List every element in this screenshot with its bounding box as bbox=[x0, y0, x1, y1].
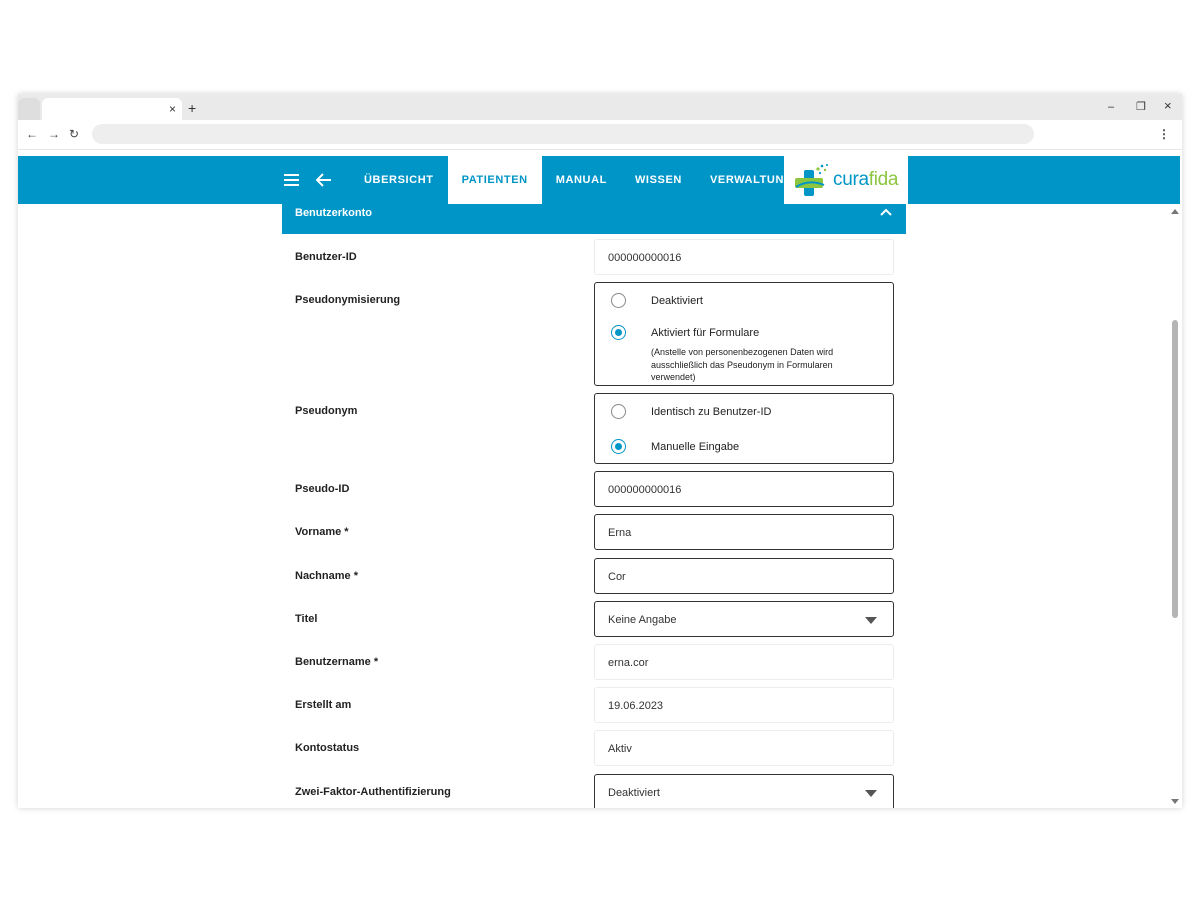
nav-item-wissen[interactable]: WISSEN bbox=[621, 156, 696, 204]
label-nachname: Nachname * bbox=[295, 570, 358, 582]
nav-item-patienten[interactable]: PATIENTEN bbox=[447, 156, 542, 204]
scrollbar-thumb[interactable] bbox=[1172, 320, 1178, 618]
radio-button-selected-icon[interactable] bbox=[611, 325, 626, 340]
forward-arrow-icon[interactable]: → bbox=[48, 127, 60, 141]
address-bar[interactable] bbox=[92, 124, 1034, 144]
minimize-icon[interactable]: – bbox=[1108, 100, 1114, 114]
label-erstellt-am: Erstellt am bbox=[295, 699, 352, 711]
back-arrow-icon[interactable]: ← bbox=[26, 127, 38, 141]
nachname-input[interactable]: Cor bbox=[594, 558, 894, 594]
pseudo-id-input[interactable]: 000000000016 bbox=[594, 471, 894, 507]
pseudonym-radio-group: Identisch zu Benutzer-ID Manuelle Eingab… bbox=[594, 393, 894, 464]
reload-icon[interactable]: ↻ bbox=[69, 127, 79, 141]
curafida-logo[interactable]: curafida bbox=[784, 156, 908, 204]
section-title: Benutzerkonto bbox=[295, 207, 372, 219]
dropdown-arrow-icon[interactable] bbox=[865, 790, 877, 797]
tab-close-icon[interactable]: × bbox=[169, 101, 176, 117]
window-close-icon[interactable]: × bbox=[1164, 99, 1172, 113]
titel-select[interactable]: Keine Angabe bbox=[594, 601, 894, 637]
label-benutzer-id: Benutzer-ID bbox=[295, 251, 357, 263]
scroll-down-arrow-icon[interactable] bbox=[1171, 799, 1179, 804]
label-pseudonym: Pseudonym bbox=[295, 405, 358, 417]
hamburger-menu-icon[interactable] bbox=[284, 156, 304, 204]
scroll-up-arrow-icon[interactable] bbox=[1171, 209, 1179, 214]
browser-tab[interactable]: × bbox=[42, 98, 182, 120]
browser-toolbar: ← → ↻ ⋮ bbox=[18, 120, 1182, 150]
browser-menu-icon[interactable]: ⋮ bbox=[1158, 127, 1170, 141]
pseudonymisierung-hint: (Anstelle von personenbezogenen Daten wi… bbox=[651, 347, 834, 382]
pinned-tab[interactable] bbox=[18, 98, 40, 120]
radio-button-selected-icon[interactable] bbox=[611, 439, 626, 454]
logo-wordmark: curafida bbox=[833, 169, 899, 190]
label-pseudo-id: Pseudo-ID bbox=[295, 483, 350, 495]
label-vorname: Vorname * bbox=[295, 526, 349, 538]
browser-window: × + – ❐ × ← → ↻ ⋮ ÜBERSICHT PATIENTEN MA… bbox=[18, 94, 1182, 808]
back-icon[interactable] bbox=[316, 156, 336, 204]
label-pseudonymisierung: Pseudonymisierung bbox=[295, 294, 401, 306]
tab-strip: × + – ❐ × bbox=[18, 94, 1182, 120]
dropdown-arrow-icon[interactable] bbox=[865, 617, 877, 624]
vorname-input[interactable]: Erna bbox=[594, 514, 894, 550]
label-titel: Titel bbox=[295, 613, 318, 625]
main-nav: ÜBERSICHT PATIENTEN MANUAL WISSEN VERWAL… bbox=[284, 156, 807, 204]
nav-item-uebersicht[interactable]: ÜBERSICHT bbox=[350, 156, 448, 204]
nav-item-manual[interactable]: MANUAL bbox=[542, 156, 621, 204]
new-tab-icon[interactable]: + bbox=[188, 100, 196, 116]
erstellt-am-field: 19.06.2023 bbox=[594, 687, 894, 723]
label-zwei-faktor-authentifizierung: Zwei-Faktor-Authentifizierung bbox=[295, 786, 451, 798]
restore-icon[interactable]: ❐ bbox=[1136, 100, 1146, 114]
chevron-up-icon[interactable] bbox=[880, 207, 892, 217]
app-header: ÜBERSICHT PATIENTEN MANUAL WISSEN VERWAL… bbox=[18, 156, 1180, 204]
radio-button-icon[interactable] bbox=[611, 404, 626, 419]
page-scrollbar[interactable] bbox=[1168, 204, 1182, 808]
kontostatus-field: Aktiv bbox=[594, 730, 894, 766]
zwei-faktor-select[interactable]: Deaktiviert bbox=[594, 774, 894, 808]
radio-button-icon[interactable] bbox=[611, 293, 626, 308]
pseudonymisierung-radio-group: Deaktiviert Aktiviert für Formulare (Ans… bbox=[594, 282, 894, 386]
page-viewport: ÜBERSICHT PATIENTEN MANUAL WISSEN VERWAL… bbox=[18, 152, 1182, 808]
label-kontostatus: Kontostatus bbox=[295, 742, 360, 754]
label-benutzername: Benutzername * bbox=[295, 656, 379, 668]
benutzer-id-field: 000000000016 bbox=[594, 239, 894, 275]
cross-logo-icon bbox=[795, 164, 828, 196]
benutzername-field: erna.cor bbox=[594, 644, 894, 680]
section-header[interactable]: Benutzerkonto bbox=[282, 204, 906, 234]
